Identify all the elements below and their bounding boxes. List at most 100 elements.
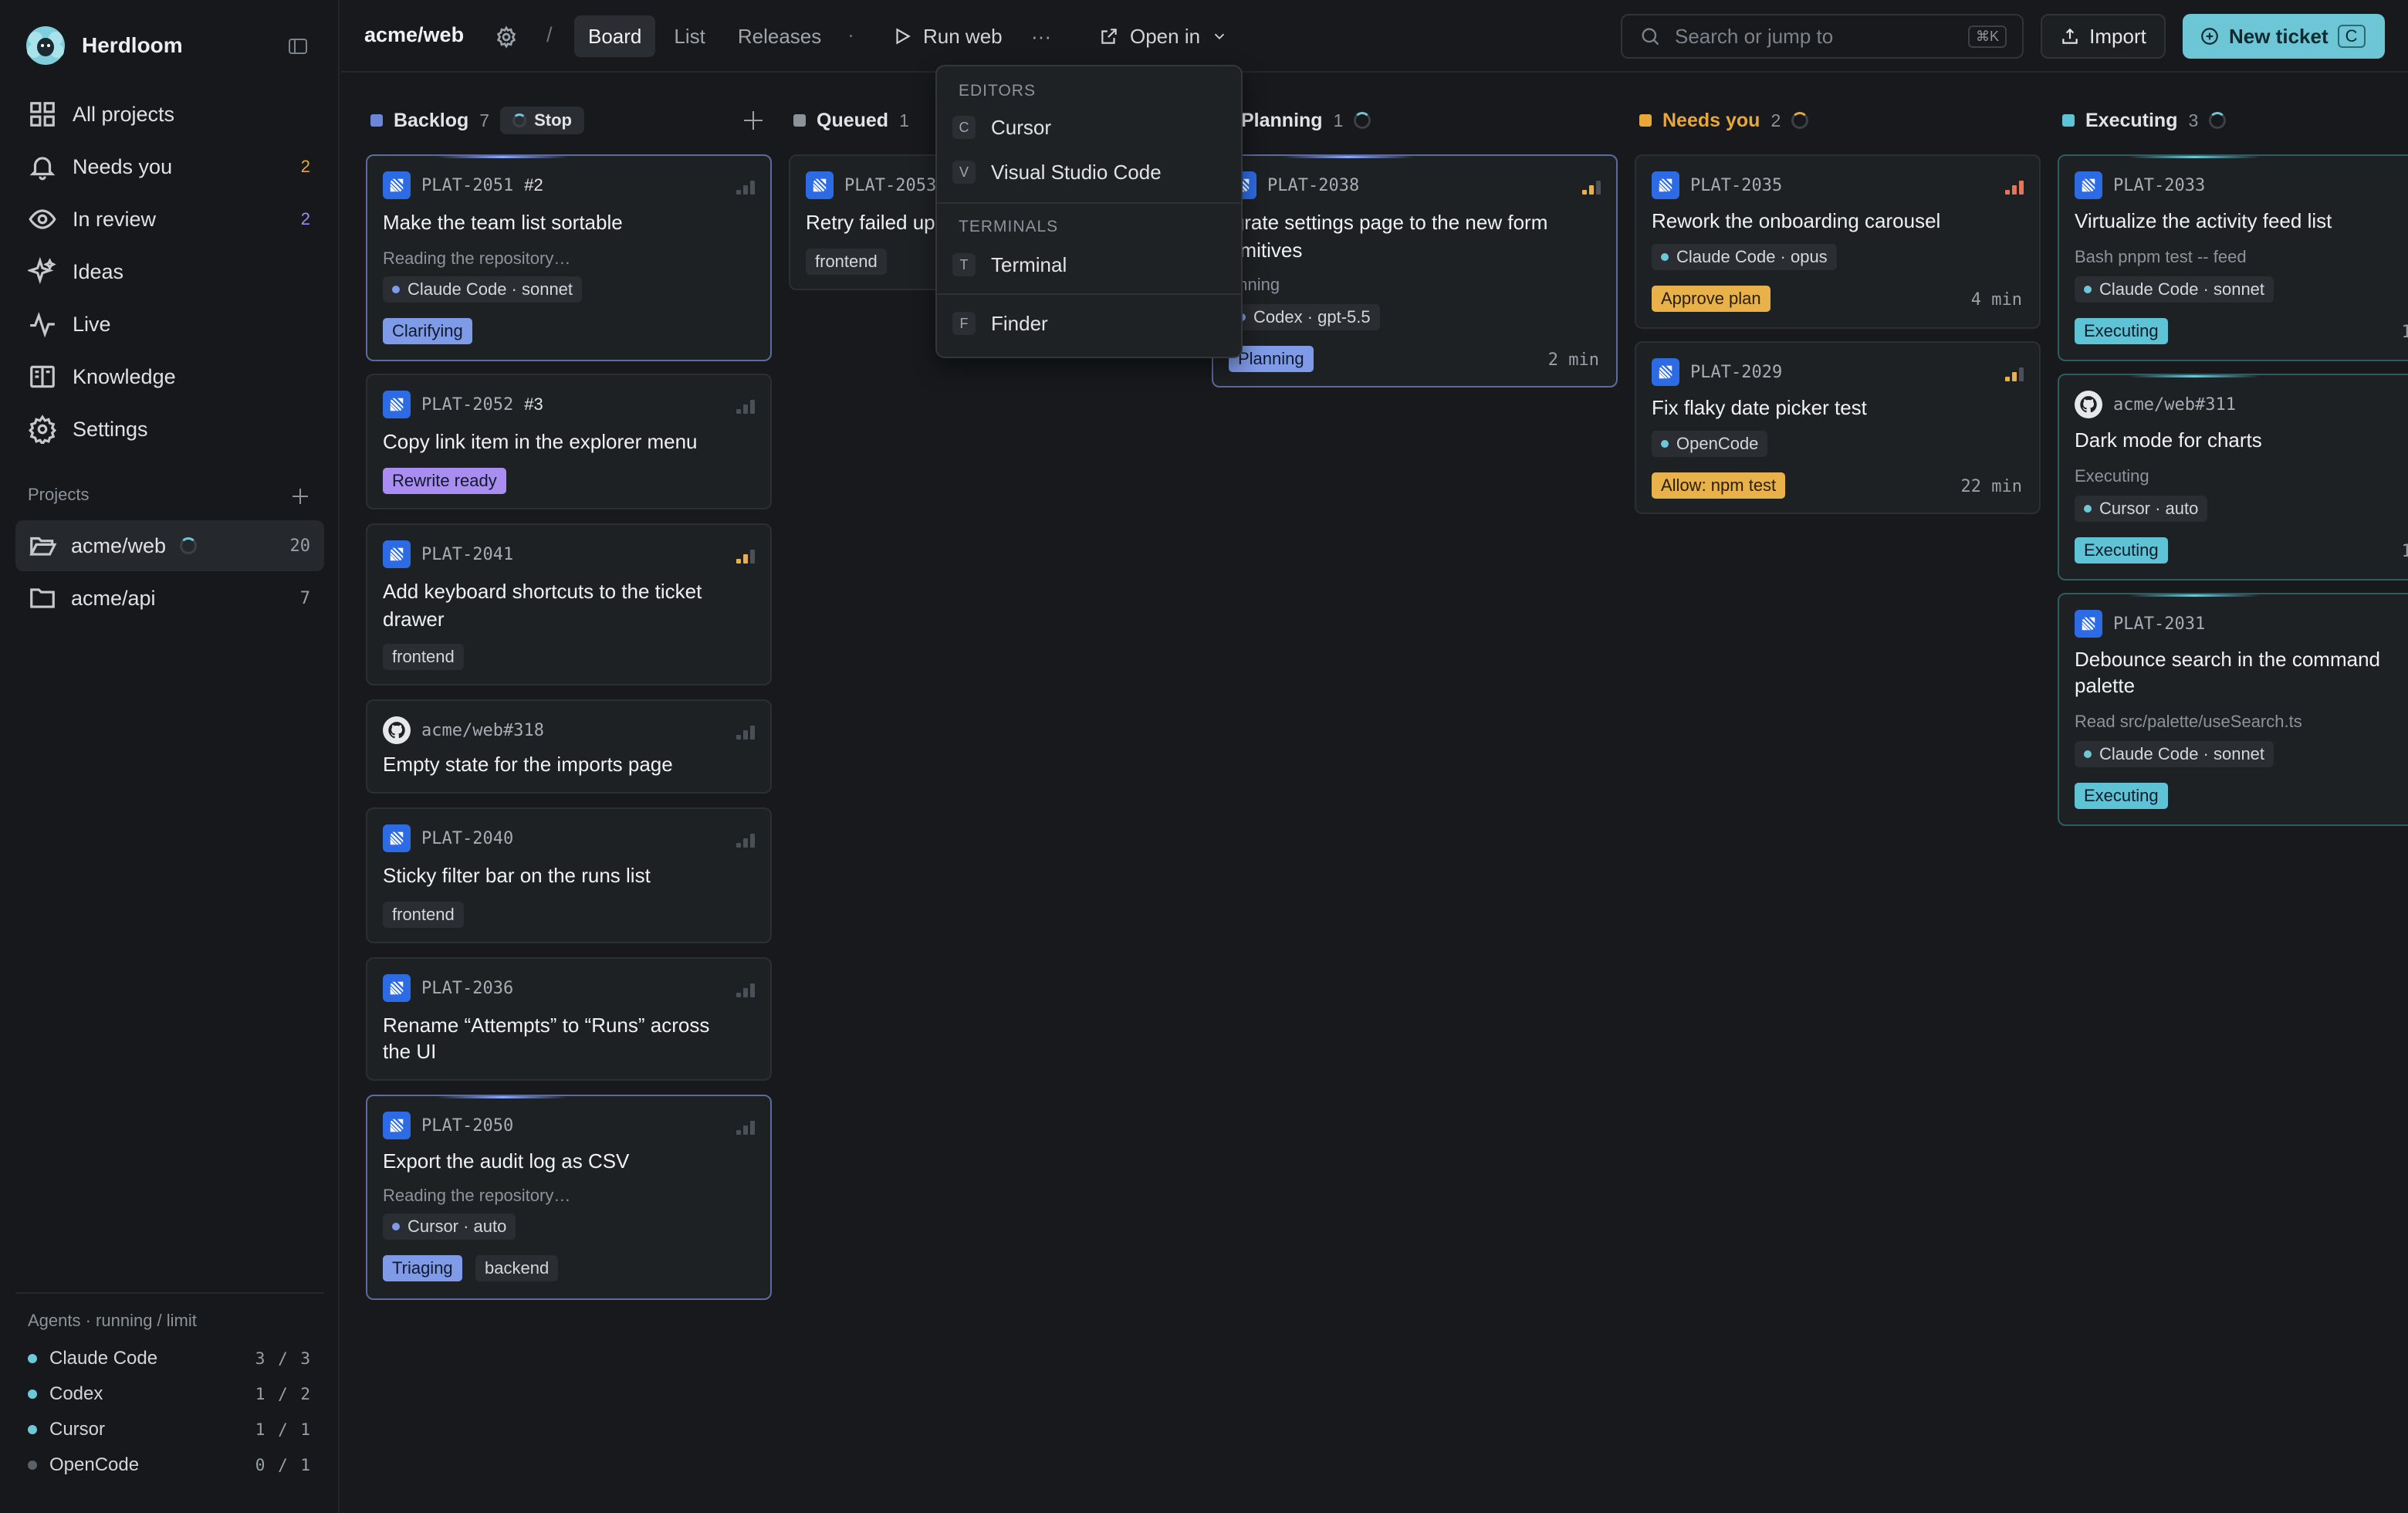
brand[interactable]: Herdloom [25,25,183,66]
ticket-card-plat-2033[interactable]: PLAT-2033 Virtualize the activity feed l… [2058,154,2408,361]
ticket-title: Debounce search in the command [2075,648,2381,671]
projects-section-title: Projects [28,485,90,504]
import-button[interactable]: Import [2041,14,2166,59]
project-acme-web[interactable]: acme/web 20 [15,520,324,571]
ticket-card-plat-2051[interactable]: PLAT-2051 #2 Make the team list sortable … [366,154,772,361]
ticket-card-plat-2050[interactable]: PLAT-2050 Export the audit log as CSV Re… [366,1095,772,1300]
elapsed-time: 2 min [1547,350,1599,370]
ticket-card-github-318[interactable]: acme/web#318 Empty state for the imports… [366,699,772,794]
agent-status-dot [28,1461,37,1470]
nav-ideas[interactable]: Ideas [15,245,324,298]
menu-item-terminal[interactable]: T Terminal [952,245,1227,284]
open-in-button[interactable]: Open in [1099,15,1228,57]
ticket-id: PLAT-2041 [421,544,514,564]
spinner-icon [2209,112,2227,129]
project-settings-gear-icon[interactable] [494,25,519,49]
menu-divider [937,202,1241,204]
ticket-card-plat-2031[interactable]: PLAT-2031 Debounce search in the command… [2058,593,2408,826]
ticket-card-plat-2035[interactable]: PLAT-2035 Rework the onboarding carousel… [1635,154,2041,329]
agent-dot [1661,253,1669,261]
card-header: PLAT-2038 [1229,171,1359,199]
new-ticket-button[interactable]: New ticket C [2183,14,2385,59]
agent-status-dot [28,1389,37,1399]
search-placeholder: Search or jump to [1675,24,1834,48]
tab-board[interactable]: Board [574,15,656,57]
card-header: PLAT-2029 [1652,358,1782,386]
ticket-title: Sticky filter bar on the runs list [383,864,651,887]
ticket-card-plat-2040[interactable]: PLAT-2040 Sticky filter bar on the runs … [366,807,772,943]
nav-live[interactable]: Live [15,298,324,350]
card-header: acme/web#311 [2075,391,2236,418]
agent-status-dot [28,1425,37,1434]
ticket-id: PLAT-2029 [1690,362,1783,382]
ticket-card-plat-2052[interactable]: PLAT-2052 #3 Copy link item in the explor… [366,374,772,509]
agent-dot [2084,505,2092,513]
activity-icon [30,312,55,338]
priority-low-icon [736,723,756,740]
column-count: 3 [2188,110,2199,130]
approve-plan-badge[interactable]: Approve plan [1652,286,1770,312]
nav-settings[interactable]: Settings [15,403,324,455]
column-count: 1 [1333,110,1344,130]
search-input[interactable]: Search or jump to ⌘K [1621,14,2024,59]
menu-item-vscode[interactable]: V Visual Studio Code [952,153,1227,191]
agent-label: Claude Code · opus [1676,247,1828,266]
ticket-title: Add keyboard shortcuts to the ticket [383,580,702,603]
priority-low-icon [736,178,756,195]
nav-needs-you[interactable]: Needs you 2 [15,140,324,193]
stop-button[interactable]: Stop [500,107,584,134]
breadcrumb-separator: / [546,23,553,46]
project-acme-api[interactable]: acme/api 7 [15,573,324,624]
agent-row-codex: Codex 1 / 2 [28,1379,312,1410]
allow-command-badge[interactable]: Allow: npm test [1652,472,1786,499]
more-actions-button[interactable]: ··· [1031,15,1051,57]
ticket-card-github-311[interactable]: acme/web#311 Dark mode for charts Execut… [2058,374,2408,580]
ticket-id: PLAT-2050 [421,1115,514,1136]
linear-logo-icon [2075,171,2102,199]
tab-list[interactable]: List [660,15,719,57]
ticket-card-plat-2038[interactable]: PLAT-2038 igrate settings page to the ne… [1212,154,1618,388]
ticket-card-plat-2029[interactable]: PLAT-2029 Fix flaky date picker test Ope… [1635,341,2041,514]
running-spinner-icon [180,537,198,554]
agent-row-opencode: OpenCode 0 / 1 [28,1450,312,1481]
nav-label: In review [73,207,157,231]
nav-all-projects[interactable]: All projects [15,88,324,140]
ticket-title: igrate settings page to the new form [1229,211,1548,234]
menu-item-finder[interactable]: F Finder [952,304,1227,343]
status-badge: Clarifying [383,318,472,344]
priority-low-icon [736,980,756,997]
agent-status-dot [28,1354,37,1363]
tab-releases[interactable]: Releases [724,15,835,57]
linear-logo-icon [383,540,411,568]
menu-item-cursor[interactable]: C Cursor [952,108,1227,147]
search-icon [1642,28,1659,46]
card-header: PLAT-2051 #2 [383,171,543,199]
linear-logo-icon [1652,358,1679,386]
sidebar-toggle-icon[interactable] [286,34,310,59]
ticket-title-line2: the UI [383,1040,437,1063]
ticket-id: acme/web#318 [421,720,544,740]
agent-chip: Claude Code · sonnet [2075,276,2274,303]
nav-in-review[interactable]: In review 2 [15,193,324,245]
ticket-title: Retry failed up [806,211,935,234]
ticket-id: PLAT-2035 [1690,175,1783,195]
ticket-card-plat-2036[interactable]: PLAT-2036 Rename “Attempts” to “Runs” ac… [366,957,772,1081]
folder-open-icon [29,536,57,556]
run-web-button[interactable]: Run web [892,15,1003,57]
ticket-title: Virtualize the activity feed list [2075,209,2332,232]
menu-item-label: Finder [991,311,1048,335]
menu-item-label: Visual Studio Code [991,160,1162,184]
add-ticket-icon[interactable] [741,108,766,133]
ticket-number: #3 [524,394,543,414]
card-header: PLAT-2040 [383,824,513,852]
ticket-card-plat-2041[interactable]: PLAT-2041 Add keyboard shortcuts to the … [366,523,772,685]
spinner-icon [1791,112,1809,129]
menu-item-label: Cursor [991,115,1052,139]
add-project-icon[interactable] [289,485,312,508]
nav-knowledge[interactable]: Knowledge [15,350,324,403]
ticket-id: PLAT-2033 [2113,175,2206,195]
column-count: 7 [479,110,490,130]
breadcrumb-project[interactable]: acme/web [364,23,464,47]
nav-label: Live [73,312,111,336]
status-badge: Executing [2075,318,2168,344]
